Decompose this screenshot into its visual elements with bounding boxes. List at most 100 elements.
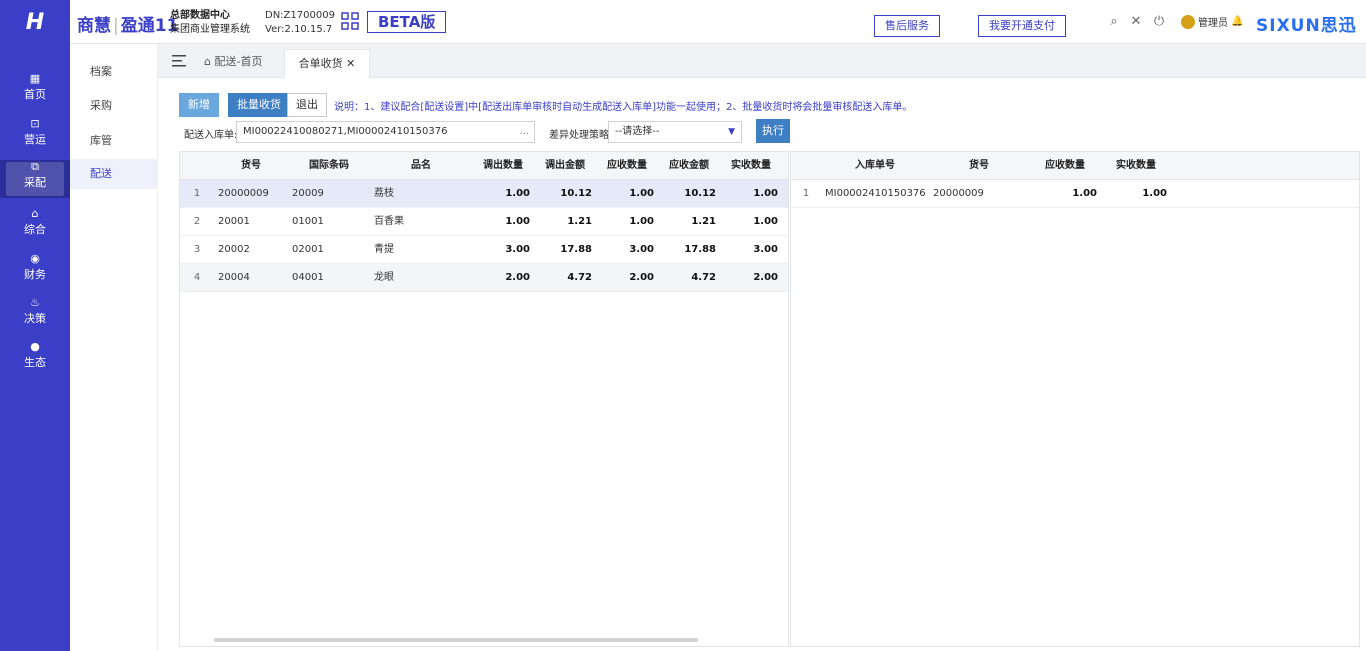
exit-button[interactable]: 退出	[287, 93, 327, 117]
submenu-item-purchase[interactable]: 采购	[70, 91, 158, 121]
instruction-note: 说明：1、建议配合[配送设置]中[配送出库单审核时自动生成配送入库单]功能一起使…	[334, 102, 913, 113]
row-index: 4	[193, 272, 201, 283]
column-header[interactable]: 应收数量	[1029, 152, 1101, 180]
brand-name: 商慧 | 盈通11	[77, 16, 179, 36]
avatar	[1181, 14, 1195, 29]
due-amount: 4.72	[691, 272, 716, 283]
menu-toggle-icon[interactable]	[172, 55, 186, 67]
due-amount: 1.21	[691, 216, 716, 227]
horizontal-scrollbar[interactable]	[214, 638, 698, 642]
column-header[interactable]: 货号	[214, 152, 288, 180]
tab-bar: ⌂ 配送-首页 合单收货 ✕	[158, 44, 1366, 78]
column-header[interactable]: 实收数量	[1101, 152, 1171, 180]
column-header[interactable]: 调出金额	[534, 152, 596, 180]
company-logo: SIXUN思迅	[1256, 16, 1357, 36]
out-amount: 4.72	[567, 272, 592, 283]
after-sales-button[interactable]: 售后服务	[874, 15, 940, 37]
user-name: 管理员	[1198, 18, 1228, 29]
column-header[interactable]: 应收数量	[596, 152, 658, 180]
tab-home[interactable]: ⌂ 配送-首页	[204, 53, 262, 69]
main-sidebar: ▦ 首页 ⊡ 营运 ⧉ 采配 ⌂ 综合 ◉ 财务 ♨ 决策 ● 生态	[0, 44, 70, 651]
barcode: 02001	[292, 244, 324, 255]
sub-menu: 档案 采购 库管 配送	[70, 44, 158, 651]
row-index: 3	[193, 244, 201, 255]
table-row[interactable]: 1 20000009 20009 荔枝 1.00 10.12 1.00 10.1…	[180, 180, 788, 208]
user-menu[interactable]: 管理员 🔔	[1181, 14, 1243, 29]
submenu-item-inventory[interactable]: 库管	[70, 126, 158, 156]
received-qty[interactable]: 3.00	[720, 236, 782, 264]
inbound-label: 配送入库单:	[184, 130, 238, 141]
bell-icon[interactable]: 🔔	[1231, 16, 1243, 27]
due-qty: 1.00	[629, 216, 654, 227]
brand-left: 商慧	[77, 16, 111, 36]
batch-receive-button[interactable]: 批量收货	[228, 93, 290, 117]
column-header[interactable]: 应收金额	[658, 152, 720, 180]
table-row[interactable]: 2 20001 01001 百香果 1.00 1.21 1.00 1.21 1.…	[180, 208, 788, 236]
power-icon[interactable]: ⏻	[1152, 15, 1166, 29]
received-qty[interactable]: 2.00	[720, 264, 782, 292]
due-amount: 17.88	[684, 244, 716, 255]
fullscreen-icon[interactable]: ✕	[1129, 15, 1143, 29]
browse-icon[interactable]: ...	[519, 122, 529, 142]
decision-icon: ♨	[30, 296, 40, 309]
submenu-item-distribution[interactable]: 配送	[70, 159, 158, 189]
sidebar-item-finance[interactable]: ◉ 财务	[0, 252, 70, 290]
column-header[interactable]: 入库单号	[821, 152, 929, 180]
due-qty: 1.00	[629, 188, 654, 199]
inbound-detail-table: 入库单号 货号 应收数量 实收数量 1 MI00002410150376 200…	[790, 151, 1360, 647]
sidebar-item-operations[interactable]: ⊡ 营运	[0, 117, 70, 155]
received-qty[interactable]: 1.00	[1101, 180, 1171, 208]
bag-icon: ⌂	[31, 207, 39, 220]
table-row[interactable]: 1 MI00002410150376 20000009 1.00 1.00	[791, 180, 1359, 208]
finance-icon: ◉	[30, 252, 40, 265]
column-header	[180, 152, 214, 180]
inbound-order-input[interactable]: MI00022410080271,MI00002410150376 ...	[236, 121, 535, 143]
purchase-icon: ⧉	[31, 160, 39, 173]
row-index: 2	[193, 216, 201, 227]
out-amount: 10.12	[560, 188, 592, 199]
item-code: 20000009	[933, 188, 984, 199]
row-index: 1	[193, 188, 201, 199]
barcode: 20009	[292, 188, 324, 199]
qr-code-icon[interactable]	[341, 12, 359, 30]
due-qty: 2.00	[629, 272, 654, 283]
sidebar-item-decision[interactable]: ♨ 决策	[0, 296, 70, 334]
received-qty[interactable]: 1.00	[720, 208, 782, 236]
tab-merge-receive[interactable]: 合单收货 ✕	[284, 49, 370, 78]
strategy-select[interactable]: --请选择-- ▼	[608, 121, 742, 143]
submenu-item-archive[interactable]: 档案	[70, 57, 158, 87]
column-header[interactable]: 调出数量	[472, 152, 534, 180]
goods-table: 货号 国际条码 品名 调出数量 调出金额 应收数量 应收金额 实收数量 1 20…	[179, 151, 789, 647]
sidebar-item-label: 首页	[24, 88, 46, 101]
version-info: DN:Z1700009 Ver:2.10.15.7	[265, 9, 335, 37]
table-row[interactable]: 3 20002 02001 青提 3.00 17.88 3.00 17.88 3…	[180, 236, 788, 264]
column-header[interactable]: 国际条码	[288, 152, 370, 180]
version-line: Ver:2.10.15.7	[265, 24, 333, 35]
new-button[interactable]: 新增	[179, 93, 219, 117]
table-header: 入库单号 货号 应收数量 实收数量	[791, 152, 1359, 180]
home-grid-icon: ▦	[29, 72, 41, 85]
column-header[interactable]: 品名	[370, 152, 472, 180]
inbound-order-no: MI00002410150376	[825, 188, 926, 199]
app-logo: H	[0, 0, 70, 44]
execute-button[interactable]: 执行	[756, 119, 790, 143]
column-header[interactable]: 货号	[929, 152, 1029, 180]
sidebar-item-label: 综合	[24, 223, 46, 236]
table-row[interactable]: 4 20004 04001 龙眼 2.00 4.72 2.00 4.72 2.0…	[180, 264, 788, 292]
received-qty[interactable]: 1.00	[720, 180, 782, 208]
org-info: 总部数据中心 集团商业管理系统	[170, 9, 250, 37]
sidebar-item-home[interactable]: ▦ 首页	[0, 72, 70, 110]
sidebar-item-ecology[interactable]: ● 生态	[0, 340, 70, 378]
sidebar-item-purchase[interactable]: ⧉ 采配	[0, 160, 70, 198]
product-name: 青提	[374, 244, 394, 255]
org-line1: 总部数据中心	[170, 10, 230, 21]
column-header[interactable]: 实收数量	[720, 152, 782, 180]
item-code: 20004	[218, 272, 250, 283]
inbound-order-value: MI00022410080271,MI00002410150376	[243, 126, 448, 137]
enable-payment-button[interactable]: 我要开通支付	[978, 15, 1066, 37]
sidebar-item-general[interactable]: ⌂ 综合	[0, 207, 70, 245]
product-name: 荔枝	[374, 188, 394, 199]
item-code: 20000009	[218, 188, 269, 199]
search-icon[interactable]: ⌕	[1107, 15, 1121, 29]
product-name: 龙眼	[374, 272, 394, 283]
